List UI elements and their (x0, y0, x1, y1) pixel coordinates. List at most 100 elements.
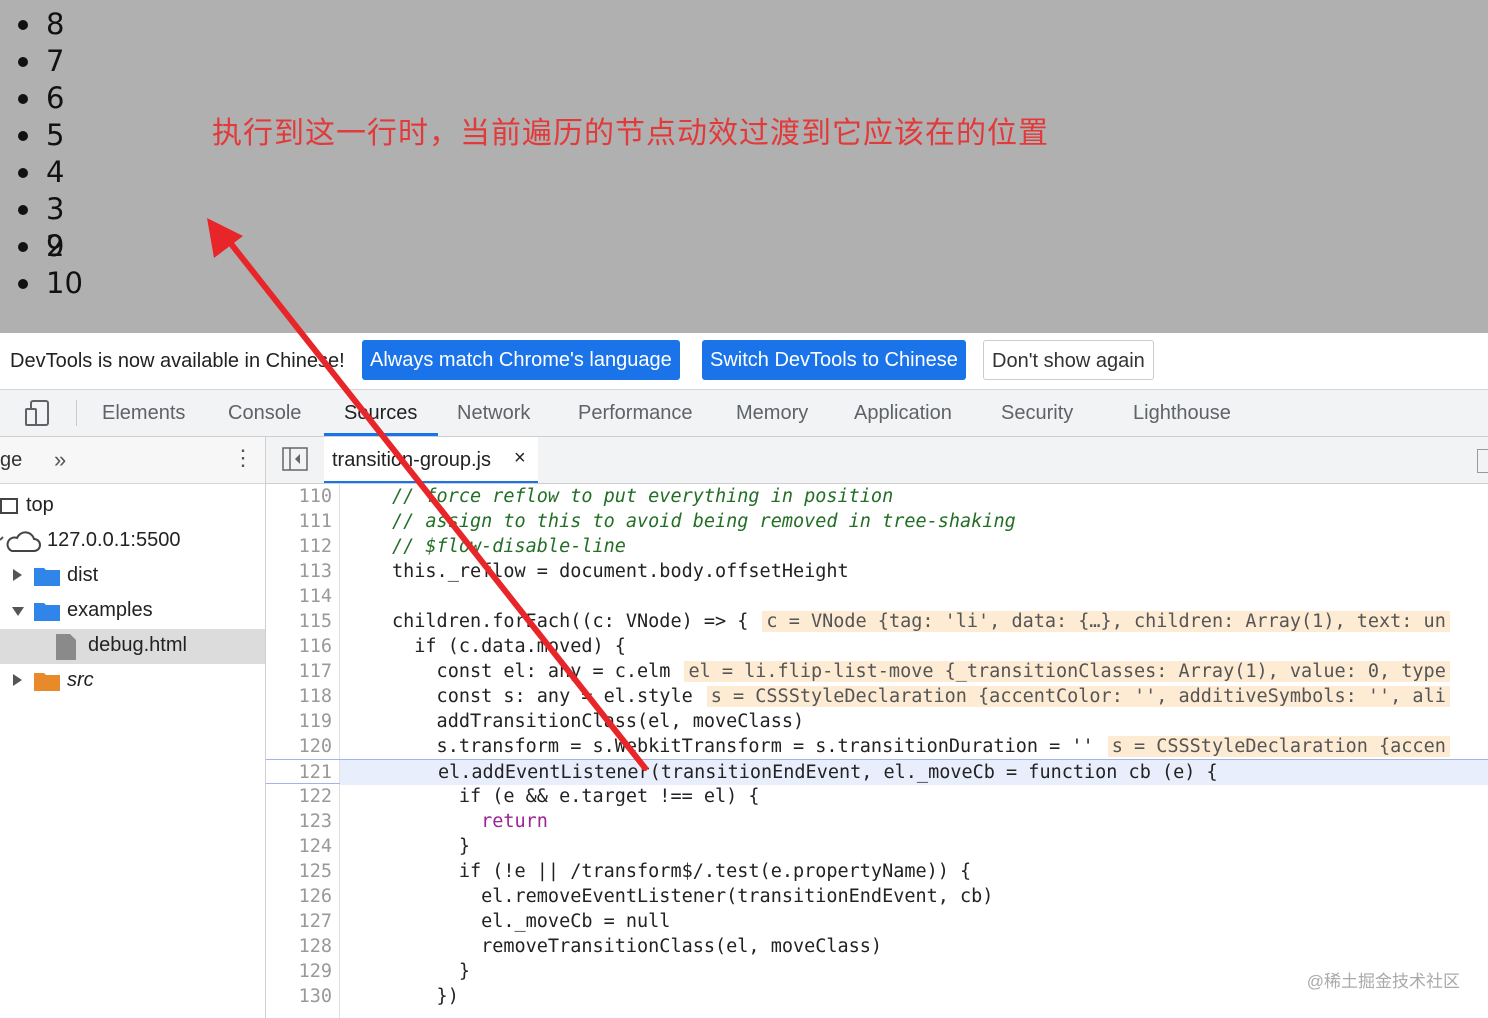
tree-item-label: dist (67, 564, 99, 586)
line-number[interactable]: 130 (266, 984, 332, 1009)
tree-item-label: 127.0.0.1:5500 (47, 529, 181, 551)
list-item-text-ghost: 2 (46, 229, 65, 263)
code-line: 111 // assign to this to avoid being remo… (266, 509, 1488, 534)
line-number[interactable]: 125 (266, 859, 332, 884)
line-number[interactable]: 123 (266, 809, 332, 834)
tab-console[interactable]: Console (228, 390, 301, 436)
line-number[interactable]: 120 (266, 734, 332, 759)
code-text: // force reflow to put everything in pos… (392, 486, 894, 507)
code-text: s.transform = s.WebkitTransform = s.tran… (392, 736, 1094, 757)
line-number[interactable]: 113 (266, 559, 332, 584)
switch-to-chinese-button[interactable]: Switch DevTools to Chinese (702, 340, 966, 380)
code-line: 129 } (266, 959, 1488, 984)
code-line: 125 if (!e || /transform$/.test(e.proper… (266, 859, 1488, 884)
code-line: 122 if (e && e.target !== el) { (266, 784, 1488, 809)
code-text: if (c.data.moved) { (392, 636, 626, 657)
tree-item-examples[interactable]: examples (0, 594, 265, 629)
tab-memory[interactable]: Memory (736, 390, 808, 436)
toggle-navigator-icon[interactable] (282, 447, 308, 471)
list-item-overlapping: 92 (18, 228, 83, 265)
bullet-icon (18, 168, 28, 178)
list-item-text: 3 (46, 192, 65, 226)
tree-item-dist[interactable]: dist (0, 559, 265, 594)
watermark: @稀土掘金技术社区 (1306, 972, 1460, 991)
tree-item-host[interactable]: 127.0.0.1:5500 (0, 524, 265, 559)
tab-sources[interactable]: Sources (324, 390, 438, 436)
page-preview: 8 7 6 5 4 3 92 10 执行到这一行时，当前遍历的节点动效过渡到它应… (0, 0, 1488, 333)
code-line: 120 s.transform = s.WebkitTransform = s.… (266, 734, 1488, 759)
line-number[interactable]: 122 (266, 784, 332, 809)
code-text: this._reflow = document.body.offsetHeigh… (392, 561, 849, 582)
line-number[interactable]: 128 (266, 934, 332, 959)
list-item-text: 10 (46, 266, 83, 300)
language-infobar: DevTools is now available in Chinese! Al… (0, 333, 1488, 390)
tab-elements[interactable]: Elements (102, 390, 185, 436)
tab-network[interactable]: Network (457, 390, 530, 436)
code-line: 128 removeTransitionClass(el, moveClass) (266, 934, 1488, 959)
folder-icon (34, 603, 60, 621)
code-line: 123 return (266, 809, 1488, 834)
code-line: 110 // force reflow to put everything in … (266, 484, 1488, 509)
tab-lighthouse[interactable]: Lighthouse (1133, 390, 1231, 436)
dont-show-again-button[interactable]: Don't show again (983, 340, 1154, 380)
code-line: 117 const el: any = c.elm el = li.flip-li… (266, 659, 1488, 684)
always-match-language-button[interactable]: Always match Chrome's language (362, 340, 680, 380)
bullet-icon (18, 57, 28, 67)
code-text: removeTransitionClass(el, moveClass) (392, 936, 883, 957)
code-line: 116 if (c.data.moved) { (266, 634, 1488, 659)
tab-performance[interactable]: Performance (578, 390, 693, 436)
line-number[interactable]: 129 (266, 959, 332, 984)
line-number[interactable]: 124 (266, 834, 332, 859)
expand-arrow-icon[interactable] (13, 569, 22, 581)
cloud-icon (0, 531, 41, 552)
device-toggle-icon[interactable] (24, 398, 52, 428)
line-number[interactable]: 119 (266, 709, 332, 734)
toolbar-divider (76, 400, 77, 426)
code-line: 113 this._reflow = document.body.offsetHe… (266, 559, 1488, 584)
line-number[interactable]: 118 (266, 684, 332, 709)
collapse-arrow-icon[interactable] (12, 607, 24, 616)
navigator-tab-page[interactable]: ge (0, 449, 22, 472)
inline-value-el: el = li.flip-list-move {_transitionClass… (684, 661, 1450, 682)
line-number[interactable]: 121 (266, 760, 332, 785)
bullet-icon (18, 279, 28, 289)
line-number[interactable]: 116 (266, 634, 332, 659)
annotation-text: 执行到这一行时，当前遍历的节点动效过渡到它应该在的位置 (212, 116, 1049, 151)
chevron-double-right-icon[interactable]: » (54, 447, 66, 473)
more-vertical-icon[interactable]: ⋮ (232, 445, 254, 471)
code-line: 118 const s: any = el.style s = CSSStyleD… (266, 684, 1488, 709)
code-text: children.forEach((c: VNode) => { (392, 611, 749, 632)
file-tab-label: transition-group.js (332, 449, 491, 471)
navigator-header: ge » ⋮ (0, 437, 265, 484)
line-number[interactable]: 127 (266, 909, 332, 934)
file-tab[interactable]: transition-group.js × (324, 437, 538, 483)
line-number[interactable]: 114 (266, 584, 332, 609)
code-line-current: 121 el.addEventListener(transitionEndEven… (266, 759, 1488, 785)
code-line: 114 (266, 584, 1488, 609)
code-text: // $flow-disable-line (392, 536, 626, 557)
list-item: 10 (18, 265, 83, 302)
overlapping-text: 92 (46, 228, 64, 265)
list-item: 5 (18, 117, 83, 154)
line-number[interactable]: 117 (266, 659, 332, 684)
file-icon (56, 634, 76, 660)
tree-item-src[interactable]: src (0, 664, 265, 699)
tree-item-debug-html[interactable]: debug.html (0, 629, 265, 664)
inline-value-c: c = VNode {tag: 'li', data: {…}, childre… (762, 611, 1450, 632)
bullet-icon (18, 131, 28, 141)
line-number[interactable]: 111 (266, 509, 332, 534)
tree-item-top[interactable]: top (0, 489, 265, 524)
code-text: if (!e || /transform$/.test(e.propertyNa… (392, 861, 972, 882)
inline-value-s: s = CSSStyleDeclaration {accentColor: ''… (706, 686, 1450, 707)
tree-item-label: examples (67, 599, 153, 621)
line-number[interactable]: 110 (266, 484, 332, 509)
line-number[interactable]: 126 (266, 884, 332, 909)
expand-arrow-icon[interactable] (13, 674, 22, 686)
line-number[interactable]: 115 (266, 609, 332, 634)
toggle-debugger-icon[interactable] (1477, 449, 1488, 473)
code-line: 126 el.removeEventListener(transitionEnd… (266, 884, 1488, 909)
close-icon[interactable]: × (514, 447, 526, 470)
tab-security[interactable]: Security (1001, 390, 1073, 436)
line-number[interactable]: 112 (266, 534, 332, 559)
tab-application[interactable]: Application (854, 390, 952, 436)
